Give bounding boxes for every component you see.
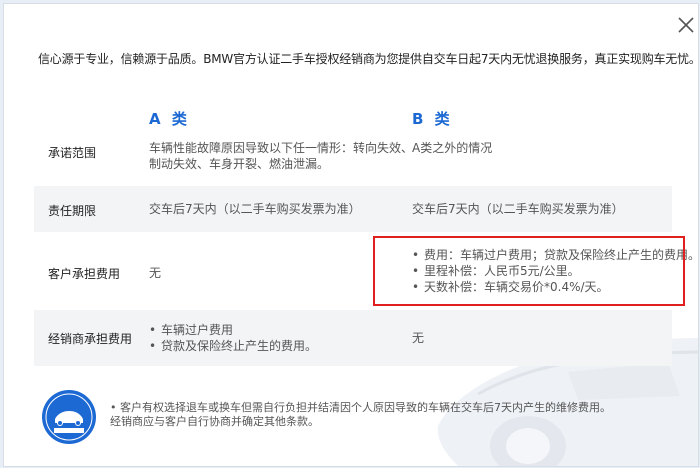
cell-a: 无	[149, 266, 162, 280]
table-row-dealer-cost: 经销商承担费用 车辆过户费用 贷款及保险终止产生的费用。 无	[34, 310, 672, 366]
intro-text: 信心源于专业，信赖源于品质。BMW官方认证二手车授权经销商为您提供自交车日起7天…	[38, 52, 699, 66]
cell-a: 交车后7天内（以二手车购买发票为准）	[149, 202, 361, 216]
row-label: 经销商承担费用	[48, 332, 133, 346]
cell-a: 车辆性能故障原因导致以下任一情形：转向失效、 制动失效、车身开裂、燃油泄漏。	[149, 140, 413, 172]
footnote-line: 经销商应与客户自行协商并确定其他条款。	[110, 415, 319, 428]
row-label: 承诺范围	[48, 146, 97, 160]
table-row-scope: 承诺范围 车辆性能故障原因导致以下任一情形：转向失效、 制动失效、车身开裂、燃油…	[34, 130, 672, 182]
cell-a-line: 车辆性能故障原因导致以下任一情形：转向失效、	[149, 141, 414, 155]
cell-a-line: 制动失效、车身开裂、燃油泄漏。	[149, 157, 330, 171]
cell-b: 交车后7天内（以二手车购买发票为准）	[412, 202, 624, 216]
cell-b: A类之外的情况	[412, 141, 493, 155]
footnote: • 客户有权选择退车或换车但需自行负担并结清因个人原因导致的车辆在交车后7天内产…	[110, 401, 611, 429]
row-label: 客户承担费用	[48, 267, 121, 281]
table-row-period: 责任期限 交车后7天内（以二手车购买发票为准） 交车后7天内（以二手车购买发票为…	[34, 186, 672, 232]
bmw-premium-selection-logo	[42, 390, 96, 444]
row-label: 责任期限	[48, 204, 97, 218]
category-b-heading: B 类	[412, 110, 453, 128]
close-button[interactable]	[675, 14, 697, 36]
close-icon	[678, 17, 694, 33]
footnote-line: • 客户有权选择退车或换车但需自行负担并结清因个人原因导致的车辆在交车后7天内产…	[110, 401, 611, 414]
return-policy-dialog: 信心源于专业，信赖源于品质。BMW官方认证二手车授权经销商为您提供自交车日起7天…	[3, 3, 699, 467]
highlight-box	[373, 236, 685, 306]
list-item: 车辆过户费用	[149, 322, 317, 338]
list-item: 贷款及保险终止产生的费用。	[149, 338, 317, 354]
cell-a: 车辆过户费用 贷款及保险终止产生的费用。	[149, 322, 317, 354]
cell-b: 无	[412, 331, 425, 345]
category-a-heading: A 类	[149, 110, 190, 128]
